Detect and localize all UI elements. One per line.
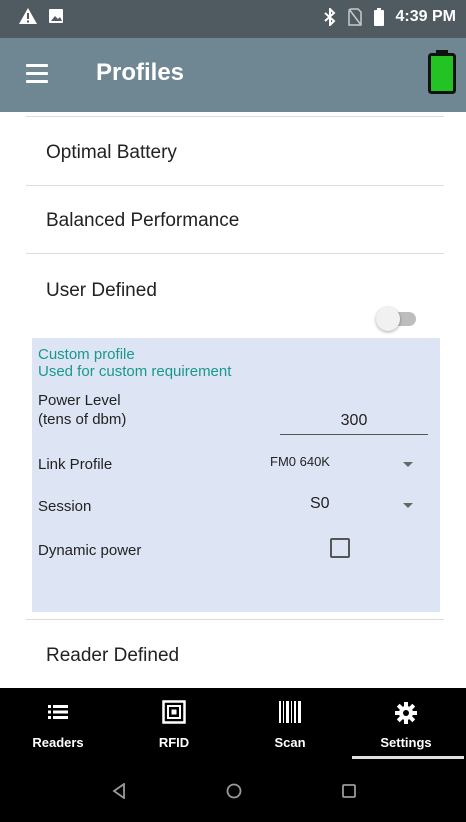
status-right: 4:39 PM [323, 8, 456, 26]
custom-profile-panel: Custom profile Used for custom requireme… [32, 338, 440, 612]
session-dropdown-icon[interactable] [403, 503, 413, 508]
nav-rfid-label: RFID [158, 735, 190, 750]
custom-profile-subtitle: Used for custom requirement [38, 363, 232, 380]
divider [26, 185, 444, 186]
link-profile-select[interactable]: FM0 640K [270, 454, 330, 469]
profile-user-defined[interactable]: User Defined [46, 280, 157, 302]
divider [26, 253, 444, 254]
recents-icon[interactable] [342, 784, 356, 798]
divider [26, 116, 444, 117]
profile-optimal-battery[interactable]: Optimal Battery [46, 142, 177, 164]
status-time: 4:39 PM [395, 8, 456, 25]
nav-scan[interactable]: Scan [232, 688, 348, 760]
bluetooth-icon [323, 8, 335, 26]
power-level-underline [280, 434, 428, 435]
status-bar: 4:39 PM [0, 0, 466, 38]
bottom-nav: Readers RFID Scan Settings [0, 688, 466, 760]
toggle-thumb [376, 307, 400, 331]
profiles-list: Optimal Battery Balanced Performance Use… [0, 112, 466, 688]
nav-settings[interactable]: Settings [348, 688, 464, 760]
dynamic-power-checkbox[interactable] [330, 538, 350, 558]
link-profile-label: Link Profile [38, 456, 113, 473]
nav-readers-label: Readers [32, 735, 84, 750]
home-icon[interactable] [226, 783, 242, 799]
nav-readers[interactable]: Readers [0, 688, 116, 760]
menu-icon[interactable] [26, 64, 48, 83]
dynamic-power-label: Dynamic power [38, 542, 142, 559]
active-tab-indicator [352, 756, 464, 759]
profile-balanced-performance[interactable]: Balanced Performance [46, 210, 239, 232]
page-title: Profiles [96, 59, 185, 86]
status-left-icons [18, 7, 64, 25]
list-icon [48, 705, 68, 719]
session-label: Session [38, 498, 92, 515]
system-nav-bar [0, 760, 466, 822]
no-sim-icon [347, 8, 362, 26]
app-bar: Profiles [0, 38, 466, 112]
link-profile-dropdown-icon[interactable] [403, 462, 413, 467]
profile-reader-defined[interactable]: Reader Defined [46, 645, 179, 667]
image-icon [49, 9, 63, 23]
battery-icon [373, 8, 384, 26]
back-icon[interactable] [112, 783, 126, 799]
nav-settings-label: Settings [380, 735, 432, 750]
divider [26, 619, 444, 620]
user-defined-toggle[interactable] [374, 306, 420, 331]
nav-scan-label: Scan [274, 735, 306, 750]
nav-rfid[interactable]: RFID [116, 688, 232, 760]
power-level-unit-label: (tens of dbm) [38, 411, 127, 428]
rfid-tag-icon [162, 700, 186, 724]
session-select[interactable]: S0 [310, 495, 330, 513]
power-level-input[interactable]: 300 [280, 412, 428, 430]
power-level-label: Power Level [38, 392, 121, 409]
custom-profile-title: Custom profile [38, 346, 135, 363]
barcode-icon [279, 701, 301, 723]
reader-battery-icon [428, 50, 456, 94]
warning-icon [19, 8, 37, 24]
gear-icon [395, 702, 417, 724]
